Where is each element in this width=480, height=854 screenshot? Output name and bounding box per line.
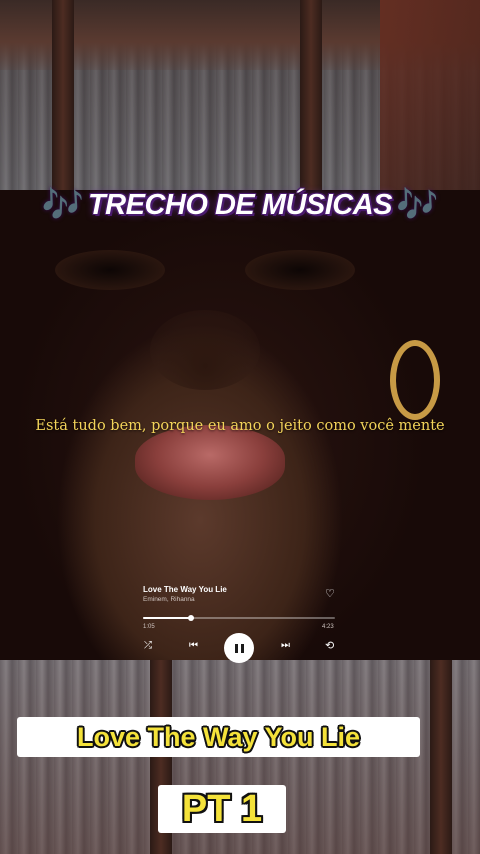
background-pole	[300, 0, 322, 190]
heart-icon[interactable]: ♡	[325, 587, 335, 600]
repeat-icon[interactable]: ⟲	[325, 640, 334, 651]
time-elapsed: 1:05	[143, 624, 155, 630]
pause-button[interactable]	[224, 633, 254, 663]
background-brick-wall	[380, 0, 480, 190]
part-box: PT 1	[158, 785, 286, 833]
face-lips	[135, 425, 285, 500]
song-title: Love The Way You Lie	[143, 585, 227, 594]
song-artist: Eminem, Rihanna	[143, 596, 195, 603]
face-eye-right	[245, 250, 355, 290]
caption-box: Love The Way You Lie	[17, 717, 420, 757]
pause-icon	[234, 643, 244, 653]
lyric-subtitle: Está tudo bem, porque eu amo o jeito com…	[35, 418, 445, 434]
music-player: Love The Way You Lie Eminem, Rihanna ♡ 1…	[138, 578, 348, 663]
musical-notes-icon: 🎶	[396, 185, 439, 225]
progress-handle[interactable]	[188, 615, 194, 621]
time-total: 4:23	[322, 624, 334, 630]
face-nose	[150, 310, 260, 390]
progress-bar[interactable]	[143, 615, 335, 621]
next-icon[interactable]: ⏭	[281, 641, 290, 651]
shuffle-icon[interactable]: ⤮	[144, 641, 152, 651]
part-label: PT 1	[181, 787, 263, 830]
earring	[390, 340, 440, 420]
progress-fill	[143, 617, 191, 619]
header-banner: 🎶 TRECHO DE MÚSICAS 🎶	[0, 183, 480, 227]
face-eye-left	[55, 250, 165, 290]
musical-notes-icon: 🎶	[41, 185, 84, 225]
caption-song-title: Love The Way You Lie	[76, 721, 361, 752]
previous-icon[interactable]: ⏮	[189, 641, 198, 651]
background-pole	[52, 0, 74, 190]
header-title: TRECHO DE MÚSICAS	[87, 188, 393, 221]
background-pole	[430, 660, 452, 854]
